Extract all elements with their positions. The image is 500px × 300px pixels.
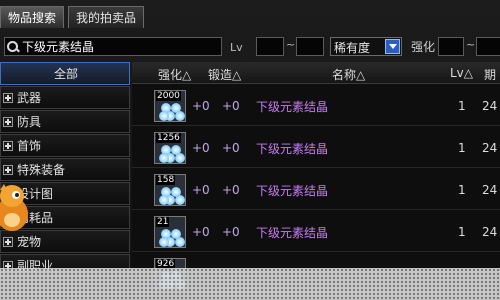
expand-icon[interactable] (3, 92, 13, 103)
table-row[interactable]: 1256 +0 +0 下级元素结晶 1 24 (132, 128, 500, 168)
forge-value: +0 (222, 225, 240, 239)
column-forge[interactable]: 锻造△ (208, 66, 241, 83)
period-value: 24 (482, 225, 498, 239)
table-row[interactable]: 158 +0 +0 下级元素结晶 1 24 (132, 170, 500, 210)
lv-separator: ~ (286, 38, 296, 51)
crystal-gem-icon (159, 153, 169, 163)
enhance-separator: ~ (466, 38, 476, 51)
search-input[interactable]: 下级元素结晶 (4, 37, 222, 56)
column-period[interactable]: 期 (484, 66, 496, 83)
enhance-max-input[interactable] (476, 37, 500, 56)
enhance-value: +0 (192, 99, 210, 113)
crystal-icon: 21 (154, 216, 186, 248)
sidebar-item-label: 防具 (17, 115, 42, 129)
sidebar-item-label: 首饰 (17, 139, 42, 153)
lv-min-input[interactable] (256, 37, 284, 56)
enhance-value: +0 (192, 225, 210, 239)
search-icon (7, 40, 19, 53)
rarity-value: 稀有度 (334, 41, 371, 55)
level-value: 1 (458, 225, 466, 239)
sidebar-item-all[interactable]: 全部 (0, 62, 130, 85)
column-enhance[interactable]: 强化△ (158, 66, 191, 83)
item-name: 下级元素结晶 (256, 226, 329, 240)
crystal-icon: 1256 (154, 132, 186, 164)
chevron-down-icon[interactable] (385, 39, 400, 54)
mascot-icon (0, 184, 28, 231)
expand-icon[interactable] (3, 140, 13, 151)
lv-max-input[interactable] (296, 37, 324, 56)
stack-count: 1256 (156, 133, 181, 143)
item-name: 下级元素结晶 (256, 100, 329, 114)
search-bar: 下级元素结晶 Lv ~ 稀有度 强化 ~ (0, 34, 500, 58)
crystal-gem-icon (159, 111, 169, 121)
footer-overlay (0, 268, 500, 300)
sidebar-item-label: 全部 (53, 67, 78, 81)
forge-value: +0 (222, 99, 240, 113)
category-sidebar: 全部 武器 防具 首饰 特殊装备 设计图 消耗品 宠物 副职业 (0, 62, 130, 292)
sidebar-item-special-equipment[interactable]: 特殊装备 (0, 158, 130, 181)
level-value: 1 (458, 141, 466, 155)
enhance-value: +0 (192, 141, 210, 155)
crystal-gem-icon (175, 237, 185, 247)
period-value: 24 (482, 141, 498, 155)
stack-count: 2000 (156, 91, 181, 101)
crystal-gem-icon (159, 237, 169, 247)
period-value: 24 (482, 183, 498, 197)
column-lv[interactable]: Lv△ (450, 66, 473, 80)
column-name[interactable]: 名称△ (332, 66, 365, 83)
crystal-gem-icon (175, 111, 185, 121)
crystal-gem-icon (159, 195, 169, 205)
period-value: 24 (482, 99, 498, 113)
results-table: 强化△ 锻造△ 名称△ Lv△ 期 2000 +0 +0 下级元素结晶 1 24 1256 +… (132, 62, 500, 294)
crystal-icon: 158 (154, 174, 186, 206)
item-name: 下级元素结晶 (256, 184, 329, 198)
tab-my-auctions[interactable]: 我的拍卖品 (68, 6, 145, 28)
search-value: 下级元素结晶 (22, 40, 95, 54)
enhance-value: +0 (192, 183, 210, 197)
enhance-label: 强化 (411, 40, 436, 54)
table-header: 强化△ 锻造△ 名称△ Lv△ 期 (132, 62, 500, 84)
sidebar-item-label: 武器 (17, 91, 42, 105)
sidebar-item-label: 特殊装备 (17, 163, 66, 177)
crystal-gem-icon (175, 195, 185, 205)
table-row[interactable]: 2000 +0 +0 下级元素结晶 1 24 (132, 86, 500, 126)
forge-value: +0 (222, 141, 240, 155)
table-row[interactable]: 21 +0 +0 下级元素结晶 1 24 (132, 212, 500, 252)
stack-count: 21 (156, 217, 170, 227)
item-name: 下级元素结晶 (256, 142, 329, 156)
lv-label: Lv (230, 41, 243, 54)
rarity-select[interactable]: 稀有度 (330, 37, 402, 56)
sidebar-item-armor[interactable]: 防具 (0, 110, 130, 133)
level-value: 1 (458, 99, 466, 113)
tab-bar: 物品搜索 我的拍卖品 (0, 6, 145, 30)
level-value: 1 (458, 183, 466, 197)
auction-window: 物品搜索 我的拍卖品 下级元素结晶 Lv ~ 稀有度 强化 ~ 全部 武器 防具 (0, 0, 500, 300)
sidebar-item-accessory[interactable]: 首饰 (0, 134, 130, 157)
sidebar-item-weapon[interactable]: 武器 (0, 86, 130, 109)
crystal-icon: 2000 (154, 90, 186, 122)
expand-icon[interactable] (3, 236, 13, 247)
expand-icon[interactable] (3, 116, 13, 127)
tab-item-search[interactable]: 物品搜索 (0, 6, 65, 28)
forge-value: +0 (222, 183, 240, 197)
expand-icon[interactable] (3, 164, 13, 175)
enhance-min-input[interactable] (438, 37, 464, 56)
crystal-gem-icon (175, 153, 185, 163)
stack-count: 158 (156, 175, 176, 185)
